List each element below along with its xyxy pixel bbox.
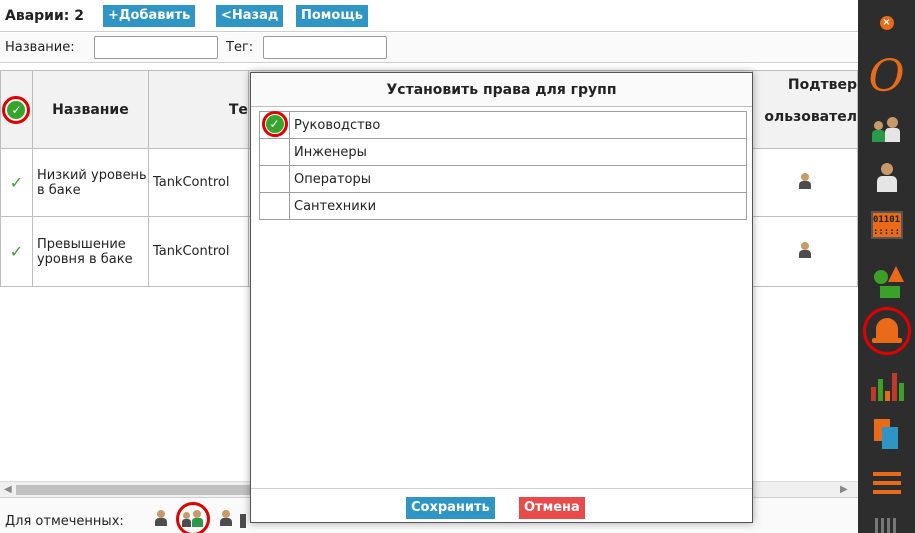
group-checkbox[interactable]	[259, 165, 290, 193]
row-checkbox[interactable]: ✓	[0, 148, 33, 217]
for-selected-label: Для отмеченных:	[5, 514, 124, 529]
sidebar-item-data[interactable]: 01101:::::	[858, 208, 915, 242]
sidebar-item-more[interactable]	[858, 518, 915, 533]
save-button[interactable]: Сохранить	[406, 497, 495, 519]
set-group-rights-highlight	[176, 502, 210, 533]
user-icon[interactable]	[154, 510, 168, 526]
group-name: Инженеры	[289, 138, 747, 166]
column-header-tag[interactable]: Те	[147, 70, 249, 149]
group-row[interactable]: Сантехники	[259, 192, 747, 220]
alarm-bell-icon	[871, 316, 903, 346]
sidebar-item-groups[interactable]	[858, 112, 915, 148]
row-tag: TankControl	[147, 148, 249, 217]
dialog-footer: Сохранить Отмена	[251, 488, 752, 522]
group-rights-dialog: Установить права для групп ✓ Руководство…	[250, 72, 753, 523]
top-toolbar: Аварии: 2 +Добавить <Назад Помощь	[0, 0, 858, 32]
select-all-highlight: ✓	[2, 95, 31, 124]
menu-icon	[872, 472, 901, 494]
logo[interactable]: O	[858, 52, 915, 102]
sidebar-item-documents[interactable]	[858, 414, 915, 454]
close-icon[interactable]: ×	[879, 16, 894, 30]
menu-button[interactable]	[858, 466, 915, 500]
sidebar-item-reports[interactable]	[858, 366, 915, 406]
confirm-header-label: Подтвер	[787, 77, 857, 93]
group-row[interactable]: Операторы	[259, 165, 747, 193]
row-user-cell[interactable]	[751, 148, 859, 217]
column-header-confirm[interactable]: Подтвер ользовател	[751, 70, 859, 149]
group-checkbox[interactable]	[259, 138, 290, 166]
check-icon: ✓	[9, 173, 24, 192]
groups-table: ✓ Руководство Инженеры Операторы Сантехн…	[259, 111, 747, 220]
column-header-name[interactable]: Название	[31, 70, 149, 149]
user-icon[interactable]	[798, 241, 812, 258]
select-all-check-icon[interactable]: ✓	[7, 100, 26, 119]
tag-filter-label: Тег:	[226, 40, 254, 55]
binary-data-icon: 01101:::::	[870, 211, 903, 239]
page-title: Аварии: 2	[5, 8, 84, 24]
filter-bar: Название: Тег:	[0, 33, 858, 63]
help-button[interactable]: Помощь	[296, 5, 368, 27]
group-rights-icon[interactable]	[182, 510, 204, 528]
sidebar-item-alarms[interactable]	[858, 306, 915, 356]
sidebar-item-shapes[interactable]	[858, 262, 915, 302]
check-icon: ✓	[265, 115, 284, 133]
row-user-cell[interactable]	[751, 216, 859, 287]
partial-icon[interactable]	[240, 514, 246, 528]
group-name: Операторы	[289, 165, 747, 193]
check-icon: ✓	[9, 242, 24, 261]
row-name: Низкий уровень в баке	[31, 148, 149, 217]
grid-icon	[874, 518, 899, 533]
documents-icon	[872, 417, 902, 451]
row-name: Превышение уровня в баке	[31, 216, 149, 287]
scroll-left-icon[interactable]: ◀	[4, 484, 12, 495]
group-row[interactable]: Инженеры	[259, 138, 747, 166]
group-checkbox[interactable]	[259, 192, 290, 220]
user-header-label: ользовател	[764, 109, 857, 125]
row-checkbox[interactable]: ✓	[0, 216, 33, 287]
group-name: Руководство	[289, 111, 747, 139]
name-filter-label: Название:	[5, 40, 75, 55]
alarms-highlight	[862, 307, 911, 355]
cancel-button[interactable]: Отмена	[519, 497, 585, 519]
shapes-icon	[870, 264, 904, 300]
groups-icon	[871, 117, 902, 143]
user-icon[interactable]	[798, 172, 812, 189]
scroll-right-icon[interactable]: ▶	[840, 484, 848, 495]
user-icon[interactable]	[219, 510, 233, 526]
sidebar-item-users[interactable]	[858, 160, 915, 196]
back-button[interactable]: <Назад	[216, 5, 284, 27]
logo-icon: O	[868, 51, 905, 102]
right-sidebar: × O 01101:::::	[858, 0, 915, 533]
group-check-highlight: ✓	[261, 111, 288, 137]
user-icon	[876, 163, 898, 193]
name-filter-input[interactable]	[94, 36, 218, 59]
row-tag: TankControl	[147, 216, 249, 287]
select-all-header[interactable]: ✓	[0, 70, 33, 149]
group-name: Сантехники	[289, 192, 747, 220]
dialog-title: Установить права для групп	[251, 73, 752, 107]
bar-chart-icon	[870, 371, 904, 401]
add-button[interactable]: +Добавить	[103, 5, 196, 27]
group-row[interactable]: ✓ Руководство	[259, 111, 747, 139]
close-button[interactable]: ×	[858, 12, 915, 34]
group-checkbox[interactable]: ✓	[259, 111, 290, 139]
tag-filter-input[interactable]	[263, 36, 387, 59]
